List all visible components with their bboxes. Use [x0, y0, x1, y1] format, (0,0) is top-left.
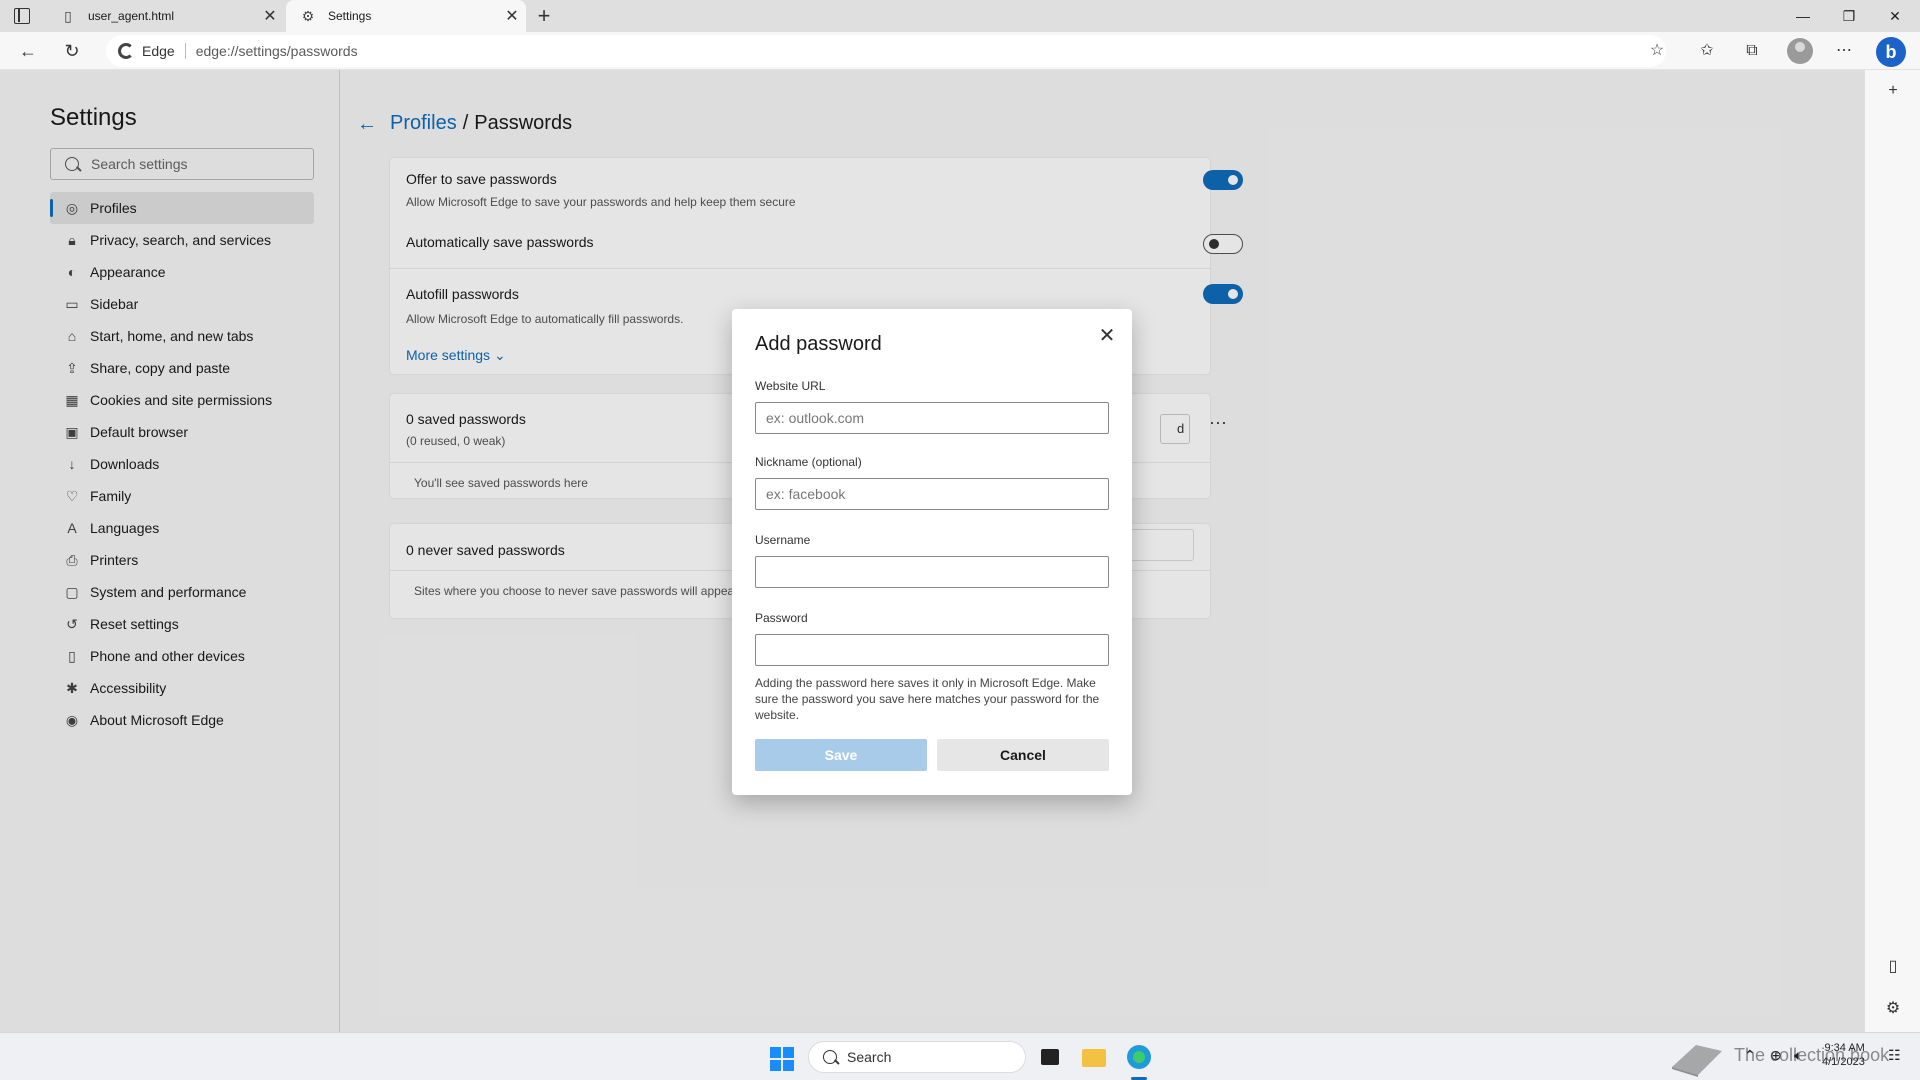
close-tab-icon[interactable]: ✕: [498, 6, 526, 26]
windows-taskbar: Search The collection book ⌃ ⊕ 🔈︎ 9:34 A…: [0, 1032, 1920, 1080]
watermark-text: The collection book: [1734, 1045, 1890, 1065]
profile-avatar[interactable]: [1787, 38, 1813, 64]
notification-icon[interactable]: ☷: [1888, 1047, 1901, 1064]
tab-label: user_agent.html: [88, 9, 175, 23]
dialog-title: Add password: [755, 333, 882, 355]
url-text[interactable]: edge://settings/passwords: [196, 43, 358, 59]
close-tab-icon[interactable]: ✕: [256, 6, 284, 26]
taskbar-search[interactable]: Search: [808, 1041, 1026, 1073]
tab-actions-icon[interactable]: [14, 8, 30, 24]
username-input[interactable]: [755, 556, 1109, 588]
address-divider: [184, 43, 186, 59]
edge-sidebar: + ▯ ⚙: [1864, 70, 1920, 1032]
favorites-icon[interactable]: ✩: [1696, 40, 1718, 62]
edge-icon: [118, 43, 134, 59]
cancel-button[interactable]: Cancel: [937, 739, 1109, 771]
tab-user-agent[interactable]: ▯ user_agent.html ✕: [46, 0, 284, 32]
file-explorer-icon[interactable]: [1080, 1043, 1108, 1071]
volume-icon[interactable]: 🔈︎: [1794, 1047, 1802, 1064]
more-menu-icon[interactable]: ⋯: [1833, 40, 1855, 62]
gear-icon: ⚙: [301, 7, 315, 24]
add-favorite-icon[interactable]: ☆: [1646, 40, 1668, 62]
refresh-button[interactable]: ↻: [60, 40, 84, 62]
save-button[interactable]: Save: [755, 739, 927, 771]
taskbar-search-label: Search: [847, 1049, 892, 1065]
site-label: Edge: [142, 43, 175, 59]
website-url-label: Website URL: [755, 379, 826, 393]
minimize-button[interactable]: —: [1780, 0, 1826, 32]
nickname-label: Nickname (optional): [755, 455, 862, 469]
password-input[interactable]: [755, 634, 1109, 666]
title-bar: ▯ user_agent.html ✕ ⚙ Settings ✕ + — ❐ ✕: [0, 0, 1920, 32]
page-icon: ▯: [64, 7, 72, 24]
tab-settings[interactable]: ⚙ Settings ✕: [286, 0, 526, 32]
clock-date: 4/1/2023: [1822, 1056, 1865, 1068]
close-icon[interactable]: ✕: [1096, 323, 1118, 348]
start-icon[interactable]: [770, 1047, 794, 1071]
restore-button[interactable]: ❐: [1826, 0, 1872, 32]
add-icon[interactable]: +: [1884, 82, 1902, 100]
username-label: Username: [755, 533, 811, 547]
settings-gear-icon[interactable]: ⚙: [1884, 1000, 1902, 1018]
book-icon: [1672, 1045, 1722, 1077]
address-bar[interactable]: Edge edge://settings/passwords: [106, 35, 1666, 67]
task-view-icon[interactable]: [1036, 1043, 1064, 1071]
dialog-note: Adding the password here saves it only i…: [755, 676, 1100, 722]
nickname-input[interactable]: [755, 478, 1109, 510]
website-url-input[interactable]: [755, 402, 1109, 434]
back-button[interactable]: ←: [16, 40, 40, 62]
tray-chevron-icon[interactable]: ⌃: [1744, 1047, 1756, 1064]
bing-chat-icon[interactable]: b: [1876, 37, 1906, 67]
password-label: Password: [755, 611, 808, 625]
clock[interactable]: 9:34 AM 4/1/2023: [1822, 1041, 1865, 1069]
new-tab-button[interactable]: +: [532, 3, 556, 29]
browser-toolbar: ← ↻ Edge edge://settings/passwords: [0, 32, 1920, 70]
tab-label: Settings: [328, 9, 372, 23]
add-password-dialog: Add password ✕ Website URL Nickname (opt…: [732, 309, 1132, 795]
hide-sidebar-icon[interactable]: ▯: [1884, 958, 1902, 976]
clock-time: 9:34 AM: [1824, 1042, 1865, 1054]
collections-icon[interactable]: ⧉: [1741, 40, 1763, 62]
edge-taskbar-icon[interactable]: [1125, 1043, 1153, 1071]
network-icon[interactable]: ⊕: [1770, 1047, 1782, 1064]
close-window-button[interactable]: ✕: [1872, 0, 1918, 32]
search-icon: [823, 1050, 837, 1064]
